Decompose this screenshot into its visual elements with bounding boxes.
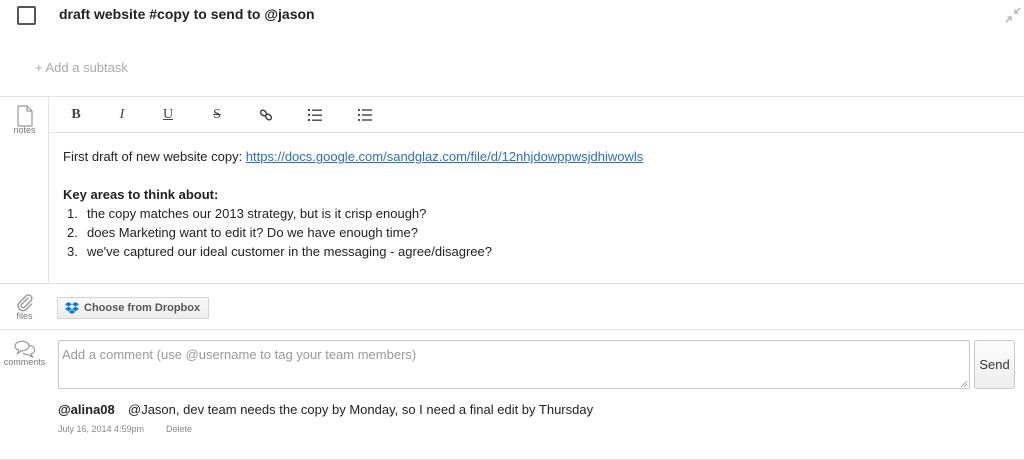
comment-timestamp: July 16, 2014 4:59pm — [58, 424, 145, 434]
comments-label: comments — [3, 357, 46, 367]
notes-section: notes B I U S First draft of new website — [0, 96, 1024, 284]
comment-text: @Jason, dev team needs the copy by Monda… — [128, 402, 594, 417]
choose-from-dropbox-button[interactable]: Choose from Dropbox — [57, 297, 210, 319]
dropbox-icon — [65, 302, 79, 314]
underline-button[interactable]: U — [157, 105, 179, 125]
notes-intro-line: First draft of new website copy: https:/… — [63, 147, 1003, 166]
bullet-list-icon — [357, 108, 372, 122]
ordered-list-icon — [308, 109, 322, 121]
notes-intro-text: First draft of new website copy: — [63, 149, 246, 164]
list-item-number: 3. — [67, 244, 78, 259]
list-item-text: the copy matches our 2013 strategy, but … — [87, 206, 427, 221]
collapse-arrows-icon[interactable] — [1004, 6, 1022, 24]
doc-link[interactable]: https://docs.google.com/sandglaz.com/fil… — [246, 149, 643, 164]
strikethrough-button[interactable]: S — [206, 105, 228, 125]
italic-button[interactable]: I — [111, 105, 133, 125]
list-item: 1. the copy matches our 2013 strategy, bu… — [63, 204, 1003, 223]
files-label: files — [16, 311, 33, 321]
dropbox-button-label: Choose from Dropbox — [84, 302, 201, 314]
notes-editor[interactable]: First draft of new website copy: https:/… — [63, 147, 1003, 261]
list-item-number: 1. — [67, 206, 78, 221]
bullet-list-button[interactable] — [354, 105, 376, 125]
task-header: draft website #copy to send to @jason — [0, 0, 1024, 34]
notes-label: notes — [13, 125, 36, 135]
comment-author[interactable]: @alina08 — [58, 402, 115, 417]
task-title[interactable]: draft website #copy to send to @jason — [59, 6, 315, 22]
task-complete-checkbox[interactable] — [17, 6, 36, 25]
notes-gutter: notes — [0, 97, 49, 283]
link-button[interactable] — [255, 105, 277, 125]
document-icon — [17, 105, 33, 127]
chain-link-icon — [259, 109, 273, 121]
notes-toolbar: B I U S — [49, 97, 1024, 133]
list-item-text: we've captured our ideal customer in the… — [87, 244, 492, 259]
comment-input[interactable] — [58, 340, 970, 389]
list-item-number: 2. — [67, 225, 78, 240]
key-areas-heading: Key areas to think about: — [63, 187, 219, 202]
paperclip-icon — [17, 294, 33, 312]
ordered-list-button[interactable] — [304, 105, 326, 125]
resize-grip-icon[interactable] — [958, 378, 968, 388]
bold-button[interactable]: B — [65, 105, 87, 125]
delete-comment-link[interactable]: Delete — [166, 424, 192, 434]
list-item: 2. does Marketing want to edit it? Do we … — [63, 223, 1003, 242]
files-section: files Choose from Dropbox — [0, 284, 1024, 330]
list-item: 3. we've captured our ideal customer in t… — [63, 242, 1003, 261]
add-subtask-link[interactable]: + Add a subtask — [35, 60, 128, 75]
comments-section: comments Send @alina08 @Jason, dev team … — [0, 330, 1024, 460]
key-areas-list: 1. the copy matches our 2013 strategy, bu… — [63, 204, 1003, 261]
send-button[interactable]: Send — [974, 340, 1015, 389]
speech-bubbles-icon — [14, 340, 36, 358]
list-item-text: does Marketing want to edit it? Do we ha… — [87, 225, 418, 240]
